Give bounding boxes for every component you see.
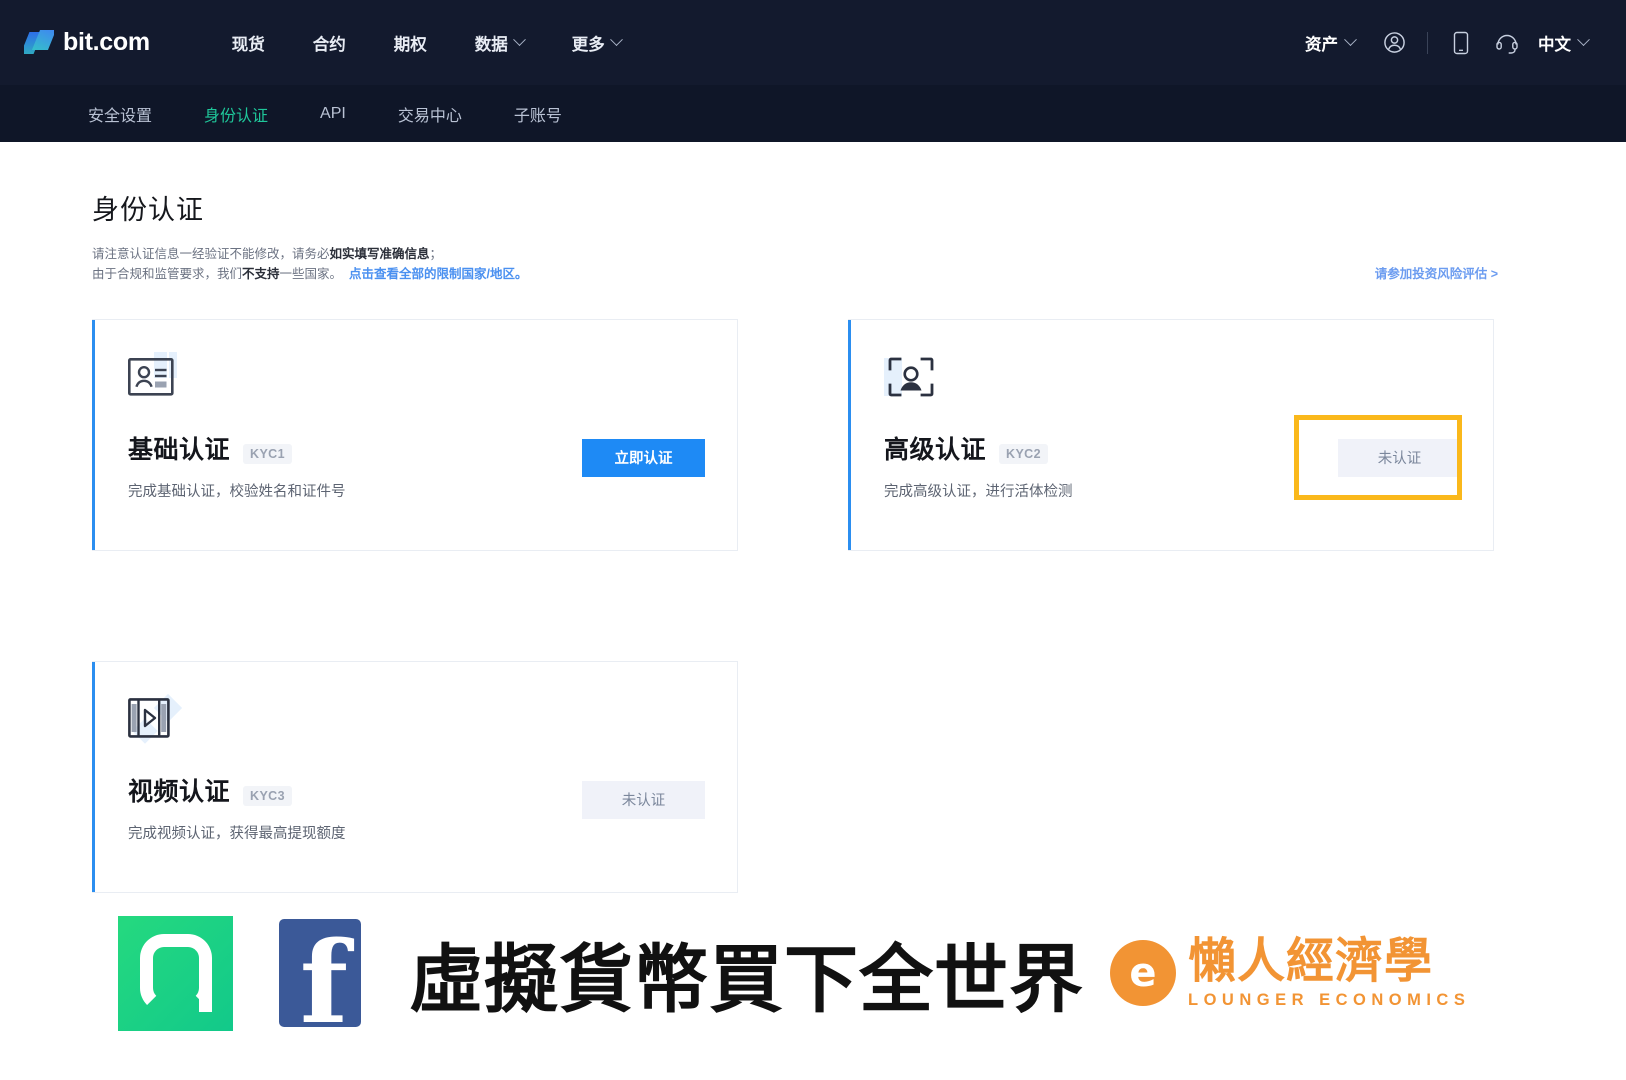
- description-text: 一些国家。: [279, 267, 343, 282]
- nav-item-data[interactable]: 数据: [451, 31, 548, 55]
- watermark-headline: 虛擬貨幣買下全世界: [409, 936, 1084, 1023]
- nav-item-more[interactable]: 更多: [548, 31, 645, 55]
- card-level-badge: KYC1: [243, 443, 292, 464]
- card-title: 视频认证: [128, 777, 231, 806]
- watermark-brand-name-en: LOUNGER ECONOMICS: [1188, 990, 1471, 1009]
- nav-item-options[interactable]: 期权: [370, 31, 451, 55]
- bitcom-logo-icon: [24, 29, 54, 56]
- page-description-row: 请注意认证信息一经验证不能修改，请务必如实填写准确信息； 由于合规和监管要求，我…: [92, 244, 1498, 285]
- mobile-app-icon: [1453, 31, 1469, 54]
- card-level-badge: KYC3: [243, 785, 292, 806]
- chevron-down-icon: [609, 33, 623, 47]
- description-line-2: 由于合规和监管要求，我们不支持一些国家。 点击查看全部的限制国家/地区。: [92, 264, 528, 284]
- nav-item-label: 期权: [393, 35, 427, 54]
- nav-item-label: 更多: [571, 35, 605, 54]
- brand-logo[interactable]: bit.com: [24, 28, 150, 57]
- lounger-economics-logo-icon: e: [1110, 940, 1176, 1006]
- subnav-tab-api[interactable]: API: [320, 105, 398, 123]
- card-action-area: 立即认证: [582, 438, 705, 477]
- facebook-icon: f: [279, 919, 361, 1039]
- nav-item-spot[interactable]: 现货: [208, 31, 289, 55]
- kyc-card-basic: 基础认证 KYC1 完成基础认证，校验姓名和证件号 立即认证: [92, 318, 738, 551]
- card-title: 高级认证: [884, 435, 987, 464]
- description-line-1: 请注意认证信息一经验证不能修改，请务必如实填写准确信息；: [92, 244, 528, 264]
- subnav-tab-subaccount[interactable]: 子账号: [514, 102, 614, 126]
- language-label: 中文: [1538, 35, 1571, 54]
- description-emphasis: 如实填写准确信息: [329, 247, 430, 261]
- card-subtitle: 完成高级认证，进行活体检测: [884, 483, 1073, 500]
- restricted-countries-link[interactable]: 点击查看全部的限制国家/地区。: [349, 267, 527, 281]
- risk-assessment-link[interactable]: 请参加投资风险评估 >: [1375, 263, 1498, 282]
- assets-label: 资产: [1305, 35, 1338, 54]
- support-button[interactable]: [1484, 20, 1530, 66]
- support-headset-icon: [1496, 34, 1518, 54]
- nav-item-label: 合约: [312, 35, 346, 54]
- kyc-card-video: 视频认证 KYC3 完成视频认证，获得最高提现额度 未认证: [92, 660, 738, 893]
- not-verified-button[interactable]: 未认证: [582, 780, 705, 819]
- video-film-icon: [128, 692, 184, 744]
- kyc-card-advanced: 高级认证 KYC2 完成高级认证，进行活体检测 未认证: [848, 318, 1494, 551]
- description-text: 请注意认证信息一经验证不能修改，请务必: [92, 247, 330, 261]
- subnav-tab-trading-center[interactable]: 交易中心: [398, 102, 514, 126]
- header-divider: [1427, 31, 1428, 54]
- card-action-area: 未认证: [1294, 414, 1462, 500]
- description-text: ；: [429, 247, 443, 261]
- not-verified-button[interactable]: 未认证: [1338, 438, 1461, 477]
- chevron-down-icon: [1577, 33, 1590, 47]
- chevron-down-icon: [512, 33, 526, 47]
- line-icon: [118, 915, 233, 1031]
- account-button[interactable]: [1371, 20, 1417, 66]
- top-header: bit.com 现货 合约 期权 数据 更多 资产 中文: [0, 0, 1626, 85]
- header-actions: 资产 中文: [1289, 20, 1600, 66]
- card-subtitle: 完成基础认证，校验姓名和证件号: [128, 483, 346, 500]
- card-action-area: 未认证: [582, 780, 705, 819]
- mobile-app-button[interactable]: [1438, 20, 1484, 66]
- language-selector[interactable]: 中文: [1530, 23, 1600, 63]
- nav-item-label: 现货: [231, 35, 265, 54]
- description-emphasis: 不支持: [242, 267, 280, 282]
- assets-menu[interactable]: 资产: [1289, 23, 1371, 63]
- nav-item-label: 数据: [474, 35, 508, 54]
- verify-now-button[interactable]: 立即认证: [582, 438, 705, 477]
- watermark-brand: e 懶人經濟學 LOUNGER ECONOMICS: [1110, 937, 1470, 1010]
- page-title: 身份认证: [92, 195, 204, 225]
- main-navigation: 现货 合约 期权 数据 更多: [208, 31, 645, 55]
- card-subtitle: 完成视频认证，获得最高提现额度: [128, 825, 346, 842]
- subnav-tab-security[interactable]: 安全设置: [88, 102, 204, 126]
- watermark-overlay: f 虛擬貨幣買下全世界 e 懶人經濟學 LOUNGER ECONOMICS: [0, 908, 1626, 1039]
- chevron-down-icon: [1344, 33, 1357, 47]
- watermark-brand-name-cn: 懶人經濟學: [1188, 932, 1434, 989]
- card-level-badge: KYC2: [999, 443, 1048, 464]
- page-description: 请注意认证信息一经验证不能修改，请务必如实填写准确信息； 由于合规和监管要求，我…: [92, 244, 528, 285]
- description-text: 由于合规和监管要求，我们: [92, 267, 243, 282]
- kyc-card-list: 基础认证 KYC1 完成基础认证，校验姓名和证件号 立即认证 高级认证 KYC2…: [92, 318, 1500, 893]
- user-icon: [1383, 32, 1405, 53]
- card-title: 基础认证: [128, 435, 231, 464]
- subnav-tab-identity-verification[interactable]: 身份认证: [204, 102, 320, 126]
- account-subnav: 安全设置 身份认证 API 交易中心 子账号: [0, 85, 1626, 142]
- face-scan-icon: [884, 350, 940, 402]
- brand-name: bit.com: [63, 28, 150, 56]
- id-card-icon: [128, 350, 184, 402]
- page-content: 身份认证 请注意认证信息一经验证不能修改，请务必如实填写准确信息； 由于合规和监…: [0, 142, 1626, 893]
- nav-item-futures[interactable]: 合约: [289, 31, 370, 55]
